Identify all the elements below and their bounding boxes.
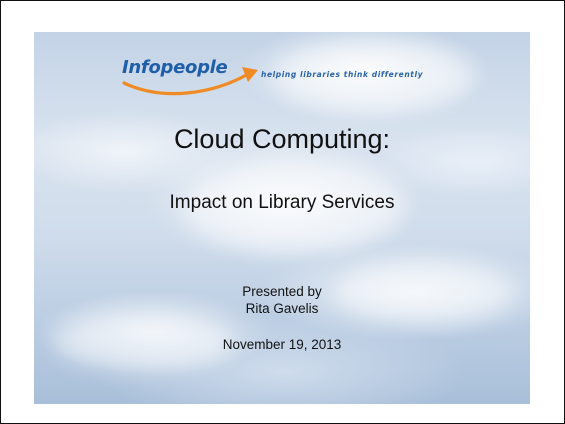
infopeople-logo: Infopeople helping libraries think diffe… xyxy=(122,55,452,99)
page-frame: Infopeople helping libraries think diffe… xyxy=(0,0,565,424)
slide-subtitle: Impact on Library Services xyxy=(169,192,395,213)
logo-tagline: helping libraries think differently xyxy=(261,70,424,79)
logo-wordmark: Infopeople xyxy=(122,57,228,78)
slide: Infopeople helping libraries think diffe… xyxy=(34,32,530,404)
presenter-name: Rita Gavelis xyxy=(245,301,319,316)
presented-by-label: Presented by xyxy=(242,284,322,299)
slide-title: Cloud Computing: xyxy=(173,124,391,154)
presentation-date: November 19, 2013 xyxy=(222,337,342,352)
